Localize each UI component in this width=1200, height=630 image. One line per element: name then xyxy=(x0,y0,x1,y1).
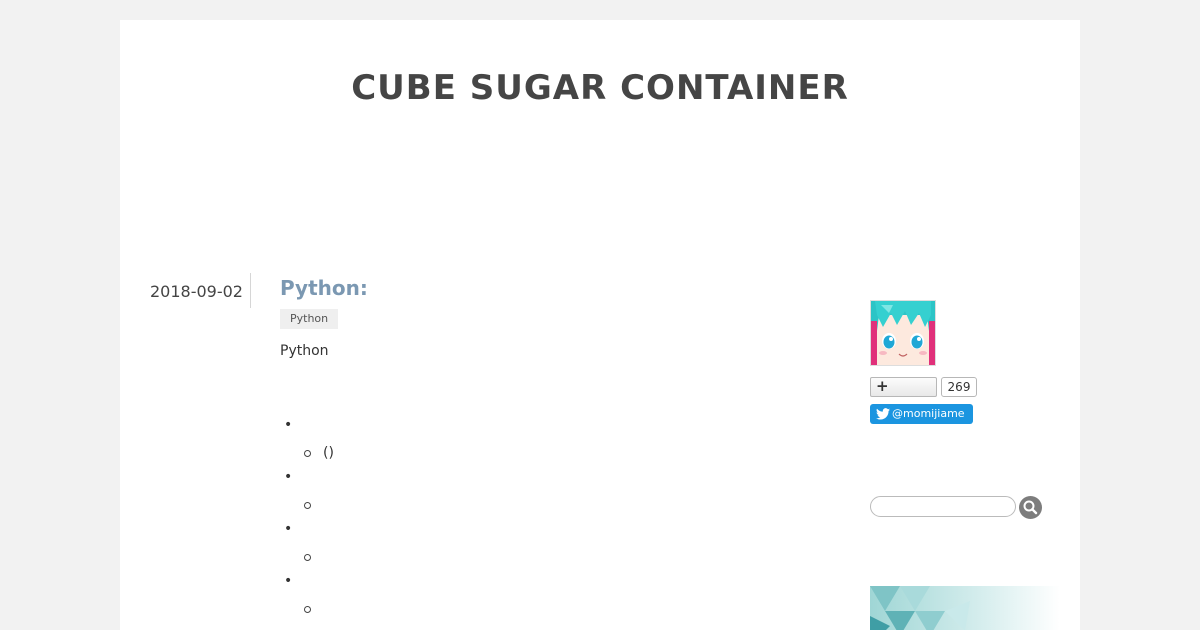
category-tag[interactable]: Python xyxy=(280,309,339,329)
search-button[interactable] xyxy=(1019,496,1042,519)
post-summary: Python xyxy=(280,343,329,359)
toc-item: • xyxy=(280,571,780,623)
subscriber-count[interactable]: 269 xyxy=(941,377,977,397)
bullet-icon: • xyxy=(284,469,293,485)
toc-item: • xyxy=(280,519,780,571)
site-title[interactable]: CUBE SUGAR CONTAINER xyxy=(120,68,1080,108)
toc-subitem: () xyxy=(304,445,334,461)
plus-icon: + xyxy=(876,377,889,395)
table-of-contents: • () • • • xyxy=(280,415,780,623)
toc-subitem xyxy=(304,601,323,617)
date-divider xyxy=(250,273,251,308)
page-container: CUBE SUGAR CONTAINER 2018-09-02 Python: … xyxy=(120,20,1080,630)
circle-bullet-icon xyxy=(304,605,311,613)
magnifier-icon xyxy=(1023,500,1038,515)
avatar-face-icon xyxy=(871,301,935,365)
bullet-icon: • xyxy=(284,521,293,537)
post-title-link[interactable]: Python: xyxy=(280,276,800,300)
toc-subitem xyxy=(304,497,323,513)
circle-bullet-icon xyxy=(304,553,311,561)
circle-bullet-icon xyxy=(304,501,311,509)
sidebar-banner-image[interactable] xyxy=(870,586,1060,630)
toc-item: • xyxy=(280,467,780,519)
toc-subitem-label[interactable]: () xyxy=(323,445,334,461)
subscribe-button[interactable]: + xyxy=(870,377,937,397)
twitter-follow-button[interactable]: @momijiame xyxy=(870,404,973,424)
toc-item: • () xyxy=(280,415,780,467)
post-entry: Python: Python Python xyxy=(280,276,800,359)
post-date: 2018-09-02 xyxy=(150,282,243,301)
geometric-pattern-icon xyxy=(870,586,970,630)
twitter-bird-icon xyxy=(876,408,890,420)
circle-bullet-icon xyxy=(304,449,311,457)
bullet-icon: • xyxy=(284,417,293,433)
toc-subitem xyxy=(304,549,323,565)
bullet-icon: • xyxy=(284,573,293,589)
twitter-handle: @momijiame xyxy=(892,407,965,420)
author-avatar[interactable] xyxy=(870,300,936,366)
search-input[interactable] xyxy=(870,496,1016,517)
